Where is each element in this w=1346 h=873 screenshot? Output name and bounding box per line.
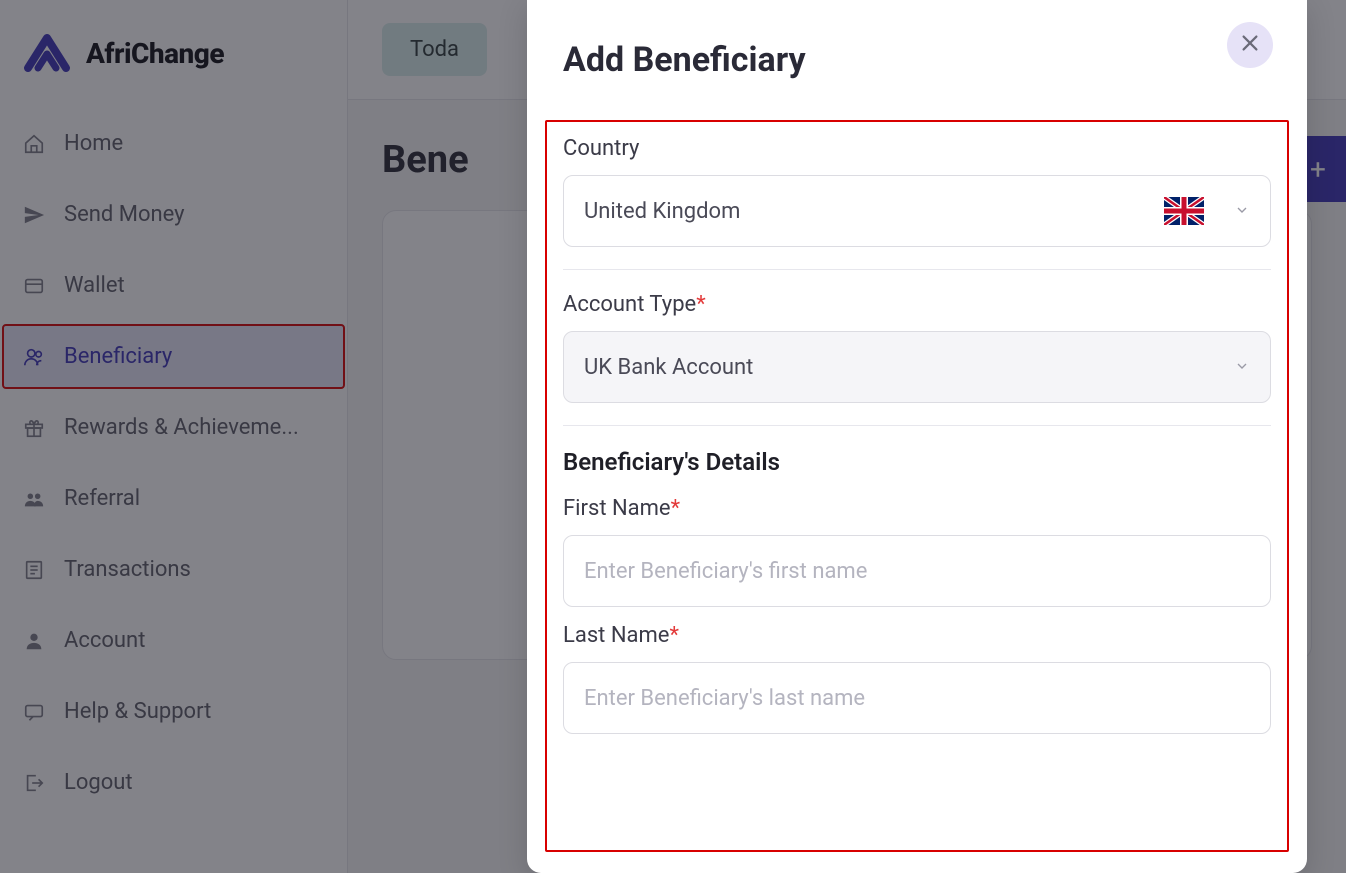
account-type-value: UK Bank Account [584, 355, 753, 380]
last-name-input[interactable] [563, 662, 1271, 734]
modal-body: Country United Kingdom [527, 92, 1307, 873]
country-select[interactable]: United Kingdom [563, 175, 1271, 247]
modal-title: Add Beneficiary [563, 40, 806, 80]
first-name-group: First Name* [563, 496, 1271, 607]
uk-flag-icon [1164, 197, 1204, 225]
country-label: Country [563, 136, 1271, 161]
divider [563, 269, 1271, 270]
last-name-group: Last Name* [563, 623, 1271, 734]
country-group: Country United Kingdom [563, 136, 1271, 247]
account-type-group: Account Type* UK Bank Account [563, 292, 1271, 403]
form-highlight: Country United Kingdom [545, 120, 1289, 852]
required-indicator: * [669, 623, 678, 648]
first-name-input[interactable] [563, 535, 1271, 607]
chevron-down-icon [1234, 355, 1250, 380]
add-beneficiary-modal: Add Beneficiary Country United Kingdom [527, 0, 1307, 873]
account-type-select[interactable]: UK Bank Account [563, 331, 1271, 403]
required-indicator: * [671, 496, 680, 521]
divider [563, 425, 1271, 426]
first-name-label: First Name* [563, 496, 1271, 521]
account-type-label: Account Type* [563, 292, 1271, 317]
last-name-label: Last Name* [563, 623, 1271, 648]
beneficiary-details-heading: Beneficiary's Details [563, 448, 1271, 476]
modal-header: Add Beneficiary [527, 0, 1307, 92]
country-value: United Kingdom [584, 199, 740, 224]
chevron-down-icon [1234, 199, 1250, 224]
required-indicator: * [696, 292, 705, 317]
close-icon [1239, 32, 1261, 58]
close-button[interactable] [1227, 22, 1273, 68]
